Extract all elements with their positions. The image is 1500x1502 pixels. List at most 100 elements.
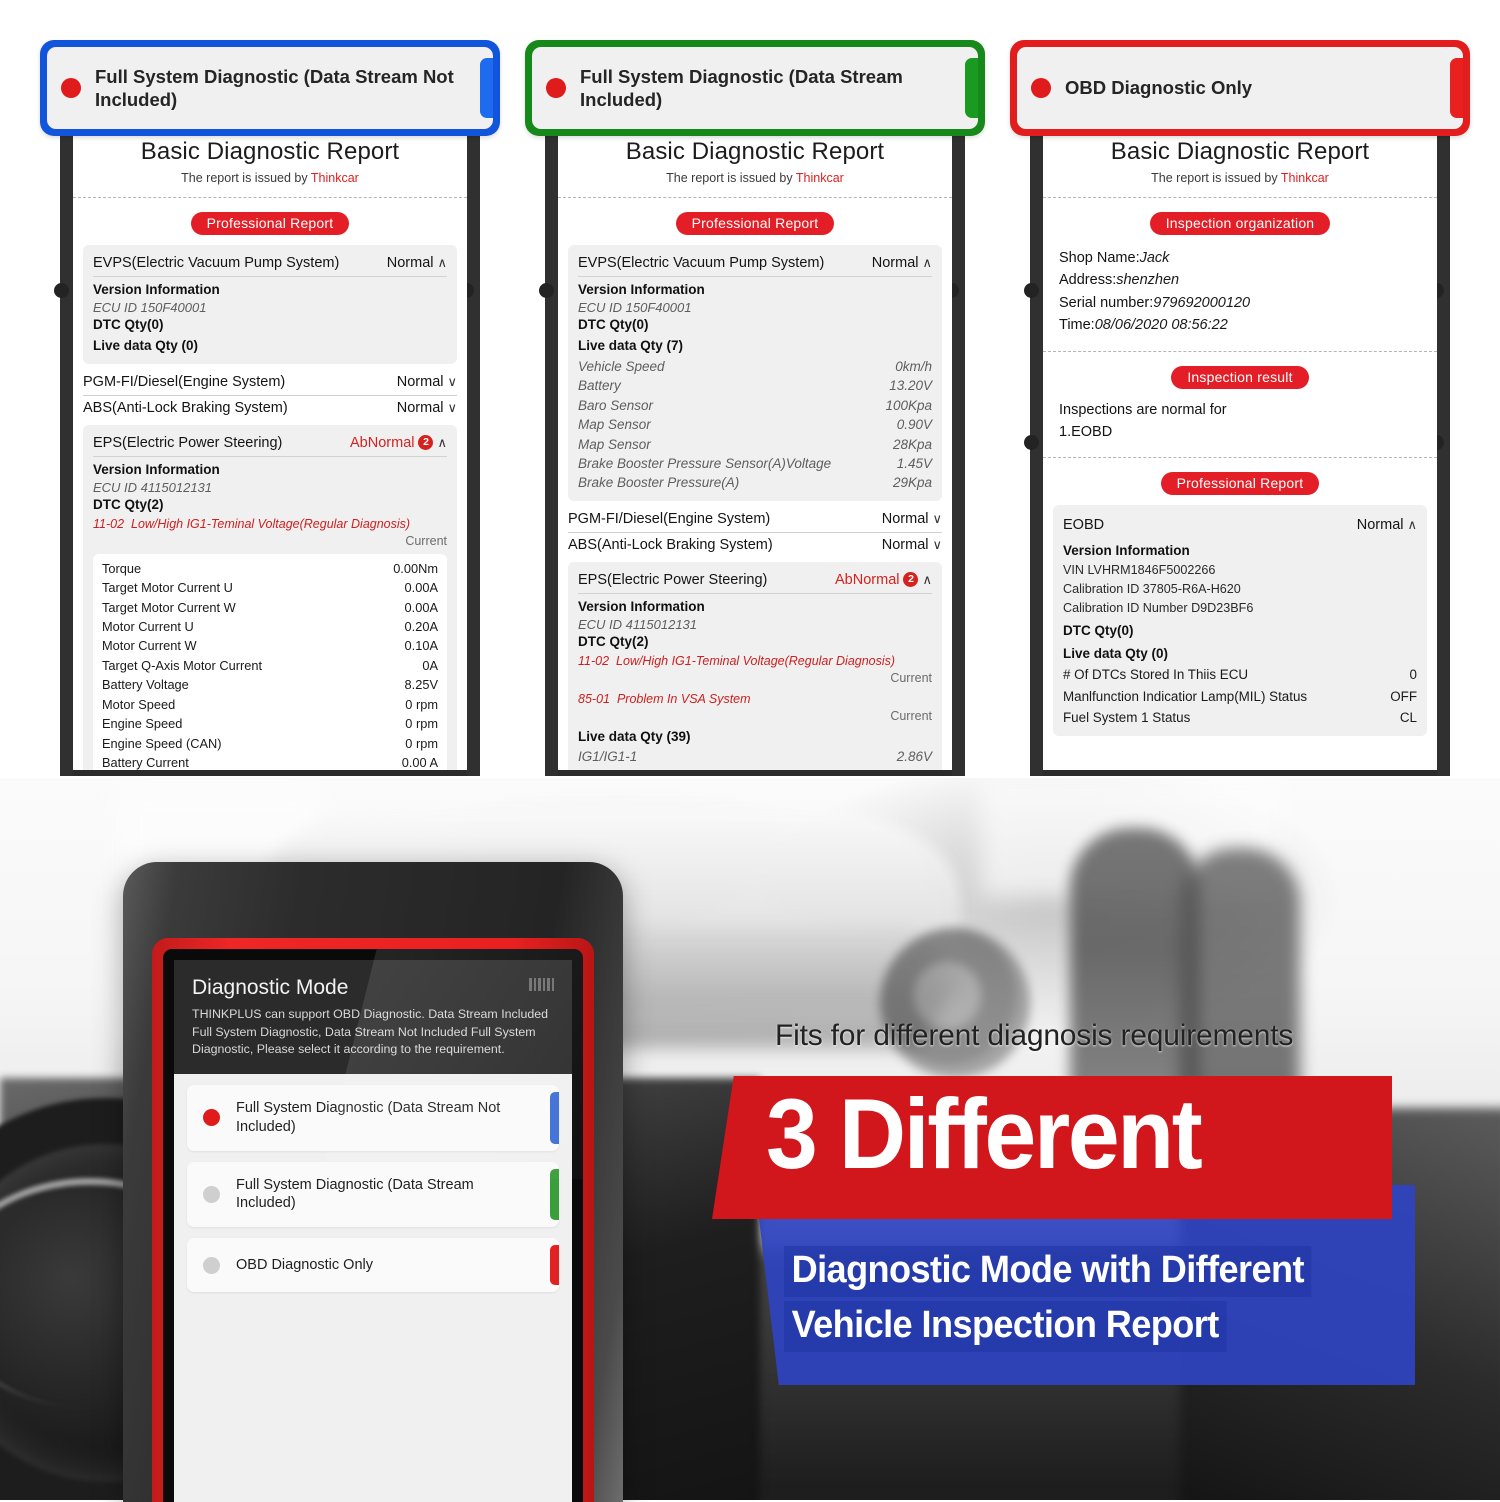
dtc-code-row: 11-02 Low/High IG1-Teminal Voltage(Regul…: [578, 654, 896, 669]
system-row-eobd[interactable]: EOBD Normal ∧: [1063, 513, 1417, 538]
screen-header: Diagnostic Mode THINKPLUS can support OB…: [174, 960, 572, 1074]
option-obd-only[interactable]: OBD Diagnostic Only: [187, 1238, 559, 1293]
dtc-qty: DTC Qty(2): [578, 634, 649, 650]
evps-card: EVPS(Electric Vacuum Pump System) Normal…: [568, 245, 942, 501]
system-status: Normal: [386, 255, 434, 271]
radio-selected-icon: [61, 78, 81, 98]
version-label: Version Information: [93, 282, 220, 297]
ecu-id: ECU ID 150F40001: [93, 300, 207, 316]
chevron-down-icon: ∨: [447, 399, 457, 415]
dtc-state: Current: [890, 671, 932, 686]
list-item: Battery Voltage 8.25V: [102, 677, 438, 693]
radio-unselected-icon[interactable]: [203, 1185, 220, 1203]
list-item: # Of DTCs Stored In Thiis ECU 0: [1063, 667, 1417, 683]
version-line: VIN LVHRM1846F5002266: [1063, 563, 1216, 578]
list-item: Torque 0.00Nm: [102, 560, 438, 576]
result-text: Inspections are normal for 1.EOBD: [1059, 401, 1227, 440]
thinkplus-tablet-device: Diagnostic Mode THINKPLUS can support OB…: [123, 862, 623, 1502]
ecu-id: ECU ID 4115012131: [93, 480, 213, 495]
radio-unselected-icon[interactable]: [203, 1256, 220, 1274]
eps-card: EPS(Electric Power Steering) AbNormal 2 ∧ …: [568, 561, 942, 770]
chevron-up-icon: ∧: [437, 255, 447, 270]
accent-strip: [1450, 58, 1463, 118]
live-data-qty: Live data Qty (0): [93, 337, 199, 353]
version-label: Version Information: [578, 598, 705, 614]
evps-live-list: Vehicle Speed 0km/h Battery 13.20V Baro Se…: [578, 357, 932, 493]
system-name: PGM-FI/Diesel(Engine System): [83, 373, 286, 390]
list-item: IG1/IG1-1 2.86V: [578, 749, 932, 765]
tablet-black-bezel: Diagnostic Mode THINKPLUS can support OB…: [163, 949, 583, 1502]
signal-icon: [529, 978, 554, 991]
system-row-engine[interactable]: PGM-FI/Diesel(Engine System) Normal ∨: [83, 370, 457, 396]
divider: [1043, 456, 1437, 458]
callout-label: OBD Diagnostic Only: [1065, 77, 1253, 99]
chevron-down-icon: ∨: [447, 373, 457, 389]
eobd-card: EOBD Normal ∧ Version Information VIN LVH…: [1053, 504, 1427, 736]
list-item: Map Sensor 28Kpa: [578, 436, 932, 452]
accent-strip: [480, 58, 493, 118]
option-label: OBD Diagnostic Only: [236, 1256, 373, 1273]
dtc-qty: DTC Qty(0): [1063, 622, 1134, 638]
list-item: Target Motor Current U 0.00A: [102, 580, 438, 596]
list-item: Manlfunction Indicatior Lamp(MIL) Status…: [1063, 688, 1417, 704]
list-item: Brake Booster Pressure Sensor(A)Voltage 1…: [578, 455, 932, 471]
radio-selected-icon[interactable]: [203, 1109, 220, 1127]
system-row-engine[interactable]: PGM-FI/Diesel(Engine System) Normal ∨: [568, 507, 942, 533]
live-data-qty: Live data Qty (7): [578, 337, 684, 353]
system-row-abs[interactable]: ABS(Anti-Lock Braking System) Normal ∨: [568, 533, 942, 558]
poster-stage: Basic Diagnostic Report The report is is…: [0, 0, 1500, 1502]
pill-inspection-organization: Inspection organization: [1149, 212, 1331, 235]
list-item: Target Q-Axis Motor Current 0A: [102, 657, 438, 673]
evps-card: EVPS(Electric Vacuum Pump System) Normal…: [83, 245, 457, 364]
pill-professional-report: Professional Report: [675, 212, 835, 235]
headline: 3 Different: [766, 1078, 1203, 1189]
report-screen-3: Basic Diagnostic Report The report is is…: [1043, 126, 1437, 770]
divider: [558, 197, 952, 198]
system-row-abs[interactable]: ABS(Anti-Lock Braking System) Normal ∨: [83, 396, 457, 421]
option-label: Full System Diagnostic (Data Stream Incl…: [236, 1176, 474, 1212]
accent-bar: [550, 1245, 559, 1286]
dtc-state: Current: [890, 708, 932, 723]
brand-name: Thinkcar: [1280, 171, 1329, 185]
divider: [1043, 197, 1437, 198]
list-item: Motor Current W 0.10A: [102, 638, 438, 654]
list-item: Vehicle Speed 0km/h: [578, 358, 932, 374]
list-item: Engine Speed (CAN) 0 rpm: [102, 735, 438, 751]
tagline: Fits for different diagnosis requirement…: [775, 1019, 1294, 1052]
dtc-qty: DTC Qty(2): [93, 497, 164, 512]
system-row-eps[interactable]: EPS(Electric Power Steering) AbNormal 2 ∧: [93, 431, 447, 456]
live-data-qty: Live data Qty (39): [578, 729, 691, 745]
system-name: EVPS(Electric Vacuum Pump System): [93, 255, 340, 271]
pill-professional-report: Professional Report: [190, 212, 350, 235]
option-full-system-with-datastream[interactable]: Full System Diagnostic (Data Stream Incl…: [187, 1161, 559, 1228]
callout-3[interactable]: OBD Diagnostic Only: [1010, 40, 1470, 136]
dtc-code-row: 11-02 Low/High IG1-Teminal Voltage(Regul…: [93, 517, 411, 532]
list-item: Battery Current 0.00 A: [102, 755, 438, 770]
live-data-qty: Live data Qty (0): [1063, 646, 1169, 662]
system-row-eps[interactable]: EPS(Electric Power Steering) AbNormal 2 ∧: [578, 568, 932, 593]
version-line: Calibration ID 37805-R6A-H620: [1063, 582, 1241, 597]
eps-card: EPS(Electric Power Steering) AbNormal 2 ∧ …: [83, 424, 457, 770]
subheadline-line-1: Diagnostic Mode with Different: [784, 1246, 1312, 1297]
report-screen-1: Basic Diagnostic Report The report is is…: [73, 126, 467, 770]
fault-count-badge: 2: [903, 572, 919, 588]
pill-professional-report: Professional Report: [1160, 471, 1320, 495]
list-item: Fuel System 1 Status CL: [1063, 709, 1417, 725]
system-status: Normal: [396, 373, 444, 390]
system-name: EOBD: [1063, 516, 1105, 533]
list-item: Engine Speed 0 rpm: [102, 716, 438, 732]
system-row-evps[interactable]: EVPS(Electric Vacuum Pump System) Normal…: [578, 251, 932, 276]
callout-1[interactable]: Full System Diagnostic (Data Stream Not …: [40, 40, 500, 136]
system-row-evps[interactable]: EVPS(Electric Vacuum Pump System) Normal…: [93, 251, 447, 276]
ecu-id: ECU ID 4115012131: [578, 617, 698, 633]
divider: [1043, 350, 1437, 352]
brand-name: Thinkcar: [310, 171, 359, 185]
version-label: Version Information: [578, 282, 705, 297]
system-status: AbNormal: [835, 571, 900, 588]
callout-2[interactable]: Full System Diagnostic (Data Stream Incl…: [525, 40, 985, 136]
list-item: Baro Sensor 100Kpa: [578, 397, 932, 413]
system-status: Normal: [881, 510, 929, 527]
option-full-system-no-datastream[interactable]: Full System Diagnostic (Data Stream Not …: [187, 1084, 559, 1151]
system-name: PGM-FI/Diesel(Engine System): [568, 510, 771, 527]
system-name: EPS(Electric Power Steering): [578, 571, 768, 588]
